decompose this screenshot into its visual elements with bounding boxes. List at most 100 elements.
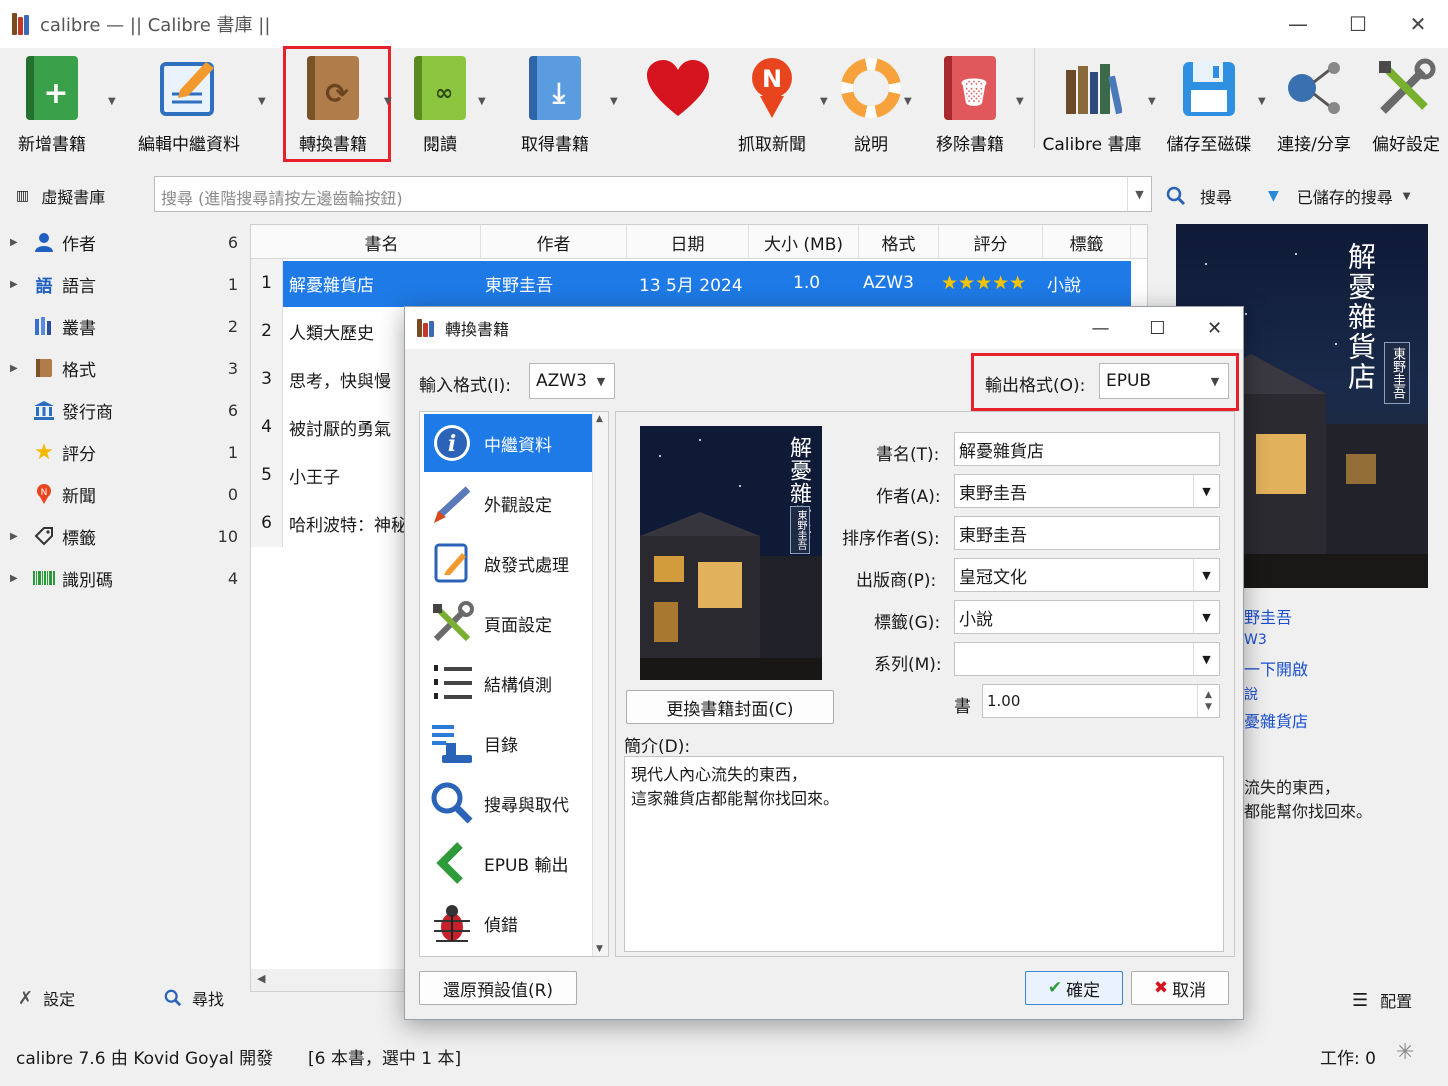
section-debug[interactable]: 偵錯 <box>424 894 592 952</box>
tag-category-publishers[interactable]: 發行商 6 <box>0 390 248 430</box>
restore-defaults-button[interactable]: 還原預設值(R) <box>419 971 577 1005</box>
column-header-title[interactable]: 書名 <box>283 225 481 259</box>
library-button[interactable]: Calibre 書庫 <box>1042 48 1142 166</box>
edit-metadata-button[interactable]: 編輯中繼資料 <box>128 48 250 166</box>
spinbox-arrows-icon[interactable]: ▲ ▼ <box>1197 685 1219 717</box>
title-field[interactable]: 解憂雜貨店 <box>954 432 1220 466</box>
edit-metadata-dropdown[interactable]: ▼ <box>258 96 266 107</box>
library-dropdown[interactable]: ▼ <box>1148 96 1156 107</box>
section-epub-output[interactable]: EPUB 輸出 <box>424 834 592 892</box>
scroll-down-icon[interactable]: ▼ <box>596 944 603 954</box>
book-detail-tag-link[interactable]: 說 <box>1244 684 1258 704</box>
save-to-disk-dropdown[interactable]: ▼ <box>1258 96 1266 107</box>
virtual-library-button[interactable]: ▥ 虛擬書庫 <box>16 184 105 208</box>
column-header-date[interactable]: 日期 <box>627 225 749 259</box>
tag-category-languages[interactable]: ▶ 語 語言 1 <box>0 264 248 304</box>
tag-category-authors[interactable]: ▶ 作者 6 <box>0 222 248 262</box>
series-index-spinbox[interactable]: 1.00 ▲ ▼ <box>982 684 1220 718</box>
section-heuristics[interactable]: 啟發式處理 <box>424 534 592 592</box>
expand-arrow-icon[interactable]: ▶ <box>10 363 24 374</box>
chevron-down-icon[interactable]: ▼ <box>1193 643 1219 675</box>
section-table-of-contents[interactable]: 目錄 <box>424 714 592 772</box>
tag-category-rating[interactable]: ★ 評分 1 <box>0 432 248 472</box>
scroll-up-icon[interactable]: ▲ <box>596 414 603 424</box>
convert-books-dropdown[interactable]: ▼ <box>384 96 392 107</box>
get-books-button[interactable]: ⤓ 取得書籍 <box>508 48 602 166</box>
section-metadata[interactable]: i 中繼資料 <box>424 414 592 472</box>
close-button[interactable]: ✕ <box>1388 0 1448 48</box>
jobs-count-button[interactable]: 工作: 0 <box>1320 1044 1376 1069</box>
get-books-dropdown[interactable]: ▼ <box>610 96 618 107</box>
dialog-maximize-button[interactable]: ☐ <box>1129 307 1186 349</box>
tag-category-news[interactable]: N 新聞 0 <box>0 474 248 514</box>
dialog-close-button[interactable]: ✕ <box>1186 307 1243 349</box>
section-list-scrollbar[interactable]: ▲ ▼ <box>592 412 608 956</box>
change-cover-button[interactable]: 更換書籍封面(C) <box>626 690 834 724</box>
book-detail-open-link[interactable]: 一下開啟 <box>1244 656 1308 680</box>
help-dropdown[interactable]: ▼ <box>904 96 912 107</box>
save-to-disk-button[interactable]: 儲存至磁碟 <box>1162 48 1256 166</box>
book-detail-title-link[interactable]: 憂雜貨店 <box>1244 708 1308 732</box>
book-detail-author-link[interactable]: 野圭吾 <box>1244 604 1292 628</box>
series-field[interactable]: ▼ <box>954 642 1220 676</box>
search-icon <box>1166 186 1186 206</box>
author-sort-field[interactable]: 東野圭吾 <box>954 516 1220 550</box>
ok-button[interactable]: ✔ 確定 <box>1025 971 1123 1005</box>
expand-arrow-icon[interactable]: ▶ <box>10 573 24 584</box>
connect-share-button[interactable]: 連接/分享 <box>1270 48 1358 166</box>
author-field[interactable]: 東野圭吾 ▼ <box>954 474 1220 508</box>
chevron-down-icon[interactable]: ▼ <box>1193 475 1219 507</box>
section-page-setup[interactable]: 頁面設定 <box>424 594 592 652</box>
tag-category-identifiers[interactable]: ▶ 識別碼 4 <box>0 558 248 598</box>
search-history-dropdown[interactable]: ▼ <box>1127 177 1151 211</box>
tag-category-tags[interactable]: ▶ 標籤 10 <box>0 516 248 556</box>
search-input[interactable]: 搜尋 (進階搜尋請按左邊齒輪按鈕) ▼ <box>154 176 1152 212</box>
scroll-left-icon[interactable]: ◀ <box>257 972 265 985</box>
expand-arrow-icon[interactable]: ▶ <box>10 279 24 290</box>
search-button[interactable]: 搜尋 <box>1166 184 1232 208</box>
tag-browser-find-button[interactable]: 尋找 <box>164 986 224 1010</box>
maximize-button[interactable]: ☐ <box>1328 0 1388 48</box>
chevron-down-icon[interactable]: ▼ <box>1193 559 1219 591</box>
section-search-replace[interactable]: 搜尋與取代 <box>424 774 592 832</box>
column-header-size[interactable]: 大小 (MB) <box>749 225 859 259</box>
comments-editor[interactable]: 現代人內心流失的東西， 這家雜貨店都能幫你找回來。 <box>624 756 1224 952</box>
fetch-news-dropdown[interactable]: ▼ <box>820 96 828 107</box>
tag-browser-settings-button[interactable]: ✗ 設定 <box>18 986 75 1010</box>
tag-category-series[interactable]: 叢書 2 <box>0 306 248 346</box>
saved-searches-button[interactable]: ▼ 已儲存的搜尋 ▼ <box>1268 184 1411 208</box>
output-format-select[interactable]: EPUB ▼ <box>1099 363 1229 399</box>
help-button[interactable]: 說明 <box>836 48 906 166</box>
section-structure-detection[interactable]: 結構偵測 <box>424 654 592 712</box>
dialog-minimize-button[interactable]: — <box>1072 307 1129 349</box>
book-detail-format-link[interactable]: W3 <box>1244 632 1267 648</box>
layout-button[interactable]: ☰ 配置 <box>1352 988 1412 1012</box>
column-header-formats[interactable]: 格式 <box>859 225 939 259</box>
tags-label: 標籤(G): <box>874 613 941 633</box>
column-header-tags[interactable]: 標籤 <box>1043 225 1131 259</box>
minimize-button[interactable]: — <box>1268 0 1328 48</box>
convert-books-button[interactable]: ⟳ 轉換書籍 <box>290 48 376 166</box>
expand-arrow-icon[interactable]: ▶ <box>10 237 24 248</box>
column-header-rating[interactable]: 評分 <box>939 225 1043 259</box>
input-format-label: 輸入格式(I): <box>419 376 512 396</box>
column-header-author[interactable]: 作者 <box>481 225 627 259</box>
donate-heart-button[interactable] <box>638 48 718 166</box>
read-book-dropdown[interactable]: ▼ <box>478 96 486 107</box>
add-books-dropdown[interactable]: ▼ <box>108 96 116 107</box>
expand-arrow-icon[interactable]: ▶ <box>10 531 24 542</box>
remove-books-button[interactable]: 🗑 移除書籍 <box>928 48 1012 166</box>
add-books-button[interactable]: + 新增書籍 <box>10 48 94 166</box>
tags-field[interactable]: 小說 ▼ <box>954 600 1220 634</box>
chevron-down-icon[interactable]: ▼ <box>1193 601 1219 633</box>
fetch-news-button[interactable]: N 抓取新聞 <box>732 48 812 166</box>
publisher-field[interactable]: 皇冠文化 ▼ <box>954 558 1220 592</box>
table-row[interactable]: 1 解憂雜貨店 東野圭吾 13 5月 2024 1.0 AZW3 ★★★★★ 小… <box>251 259 1147 307</box>
read-book-button[interactable]: ∞ 閱讀 <box>404 48 476 166</box>
input-format-select[interactable]: AZW3 ▼ <box>529 363 615 399</box>
cancel-button[interactable]: ✖ 取消 <box>1131 971 1229 1005</box>
preferences-button[interactable]: 偏好設定 <box>1366 48 1446 166</box>
remove-books-dropdown[interactable]: ▼ <box>1016 96 1024 107</box>
section-look-and-feel[interactable]: 外觀設定 <box>424 474 592 532</box>
tag-category-formats[interactable]: ▶ 格式 3 <box>0 348 248 388</box>
